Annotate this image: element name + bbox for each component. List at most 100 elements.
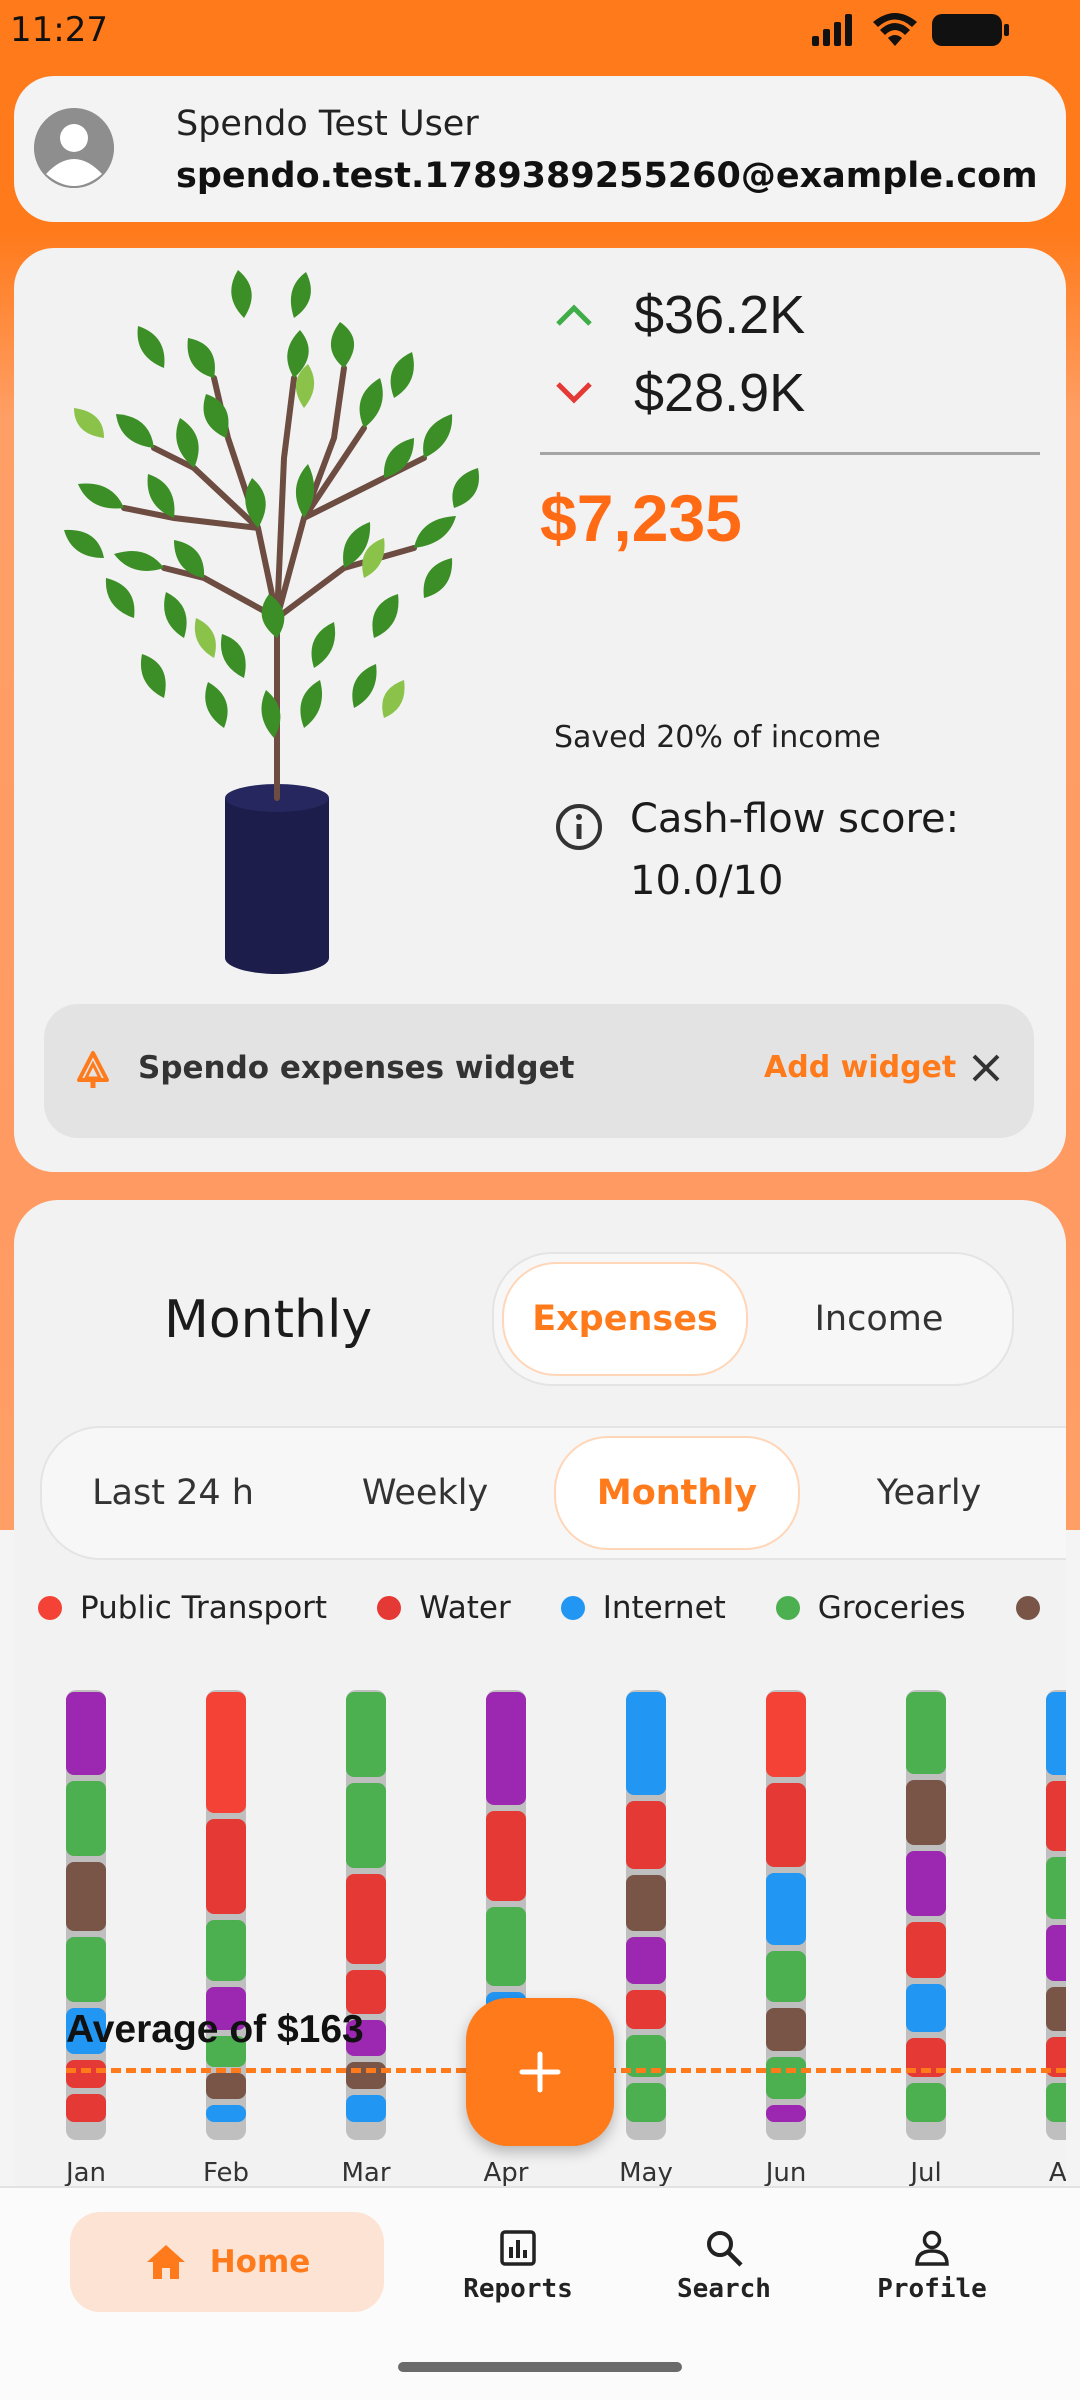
- chart-legend: Public Transport Water Internet Groceries: [38, 1590, 1066, 1640]
- x-axis-label: May: [619, 2158, 673, 2188]
- nav-home-label: Home: [209, 2244, 311, 2280]
- bar-segment: [66, 1692, 106, 1776]
- legend-item: Public Transport: [38, 1590, 327, 1626]
- bar-segment: [906, 1984, 946, 2033]
- search-icon: [707, 2231, 743, 2267]
- nav-reports-label: Reports: [463, 2274, 573, 2304]
- tab-income[interactable]: Income: [756, 1262, 1002, 1376]
- bar-segment: [206, 1819, 246, 1915]
- status-icons: [810, 12, 1009, 48]
- status-time: 11:27: [10, 10, 108, 50]
- chart-title: Monthly: [164, 1290, 373, 1350]
- bar-segment: [766, 1782, 806, 1868]
- bar-segment: [66, 2060, 106, 2089]
- average-label: Average of $163: [66, 2008, 364, 2051]
- bar-segment: [626, 1990, 666, 2029]
- bar-segment: [1046, 1781, 1066, 1852]
- legend-item: Groceries: [775, 1590, 966, 1626]
- bar-segment: [1046, 1692, 1066, 1776]
- user-card[interactable]: Spendo Test User spendo.test.17893892552…: [14, 76, 1066, 222]
- bar-segment: [626, 1692, 666, 1795]
- reports-icon: [500, 2230, 536, 2266]
- nav-profile-label: Profile: [877, 2274, 987, 2304]
- legend-swatch: [38, 1596, 62, 1620]
- battery-icon: [932, 14, 1009, 46]
- signal-icon: [812, 14, 852, 46]
- bar-segment: [906, 2083, 946, 2122]
- legend-label: Water: [419, 1590, 511, 1626]
- bar-segment: [766, 1873, 806, 1946]
- bar-segment: [346, 1874, 386, 1964]
- x-axis-label: Mar: [341, 2158, 391, 2188]
- summary-card: $36.2K $28.9K $7,235 Saved 20% of income…: [14, 248, 1066, 1172]
- user-email: spendo.test.1789389255260@example.com: [176, 156, 1038, 196]
- income-amount: $36.2K: [634, 285, 806, 345]
- expenses-row: $28.9K: [554, 362, 805, 424]
- bar-segment: [766, 2056, 806, 2100]
- summary-divider: [540, 452, 1040, 455]
- cashflow-score: Cash-flow score: 10.0/10: [630, 796, 960, 904]
- nav-search[interactable]: Search: [644, 2228, 804, 2304]
- home-indicator: [398, 2362, 682, 2372]
- bar-segment: [906, 1851, 946, 1917]
- cashflow-score-row: Cash-flow score: 10.0/10: [554, 788, 1030, 912]
- bar-segment: [346, 2062, 386, 2090]
- chevron-up-icon: [556, 304, 592, 326]
- tab-expenses[interactable]: Expenses: [502, 1262, 748, 1376]
- bar-segment: [486, 1692, 526, 1805]
- legend-item: [1015, 1596, 1058, 1620]
- user-name: Spendo Test User: [176, 104, 479, 144]
- bar-segment: [906, 1692, 946, 1775]
- legend-swatch: [1015, 1596, 1040, 1620]
- tab-weekly[interactable]: Weekly: [302, 1436, 548, 1550]
- tab-last-24h[interactable]: Last 24 h: [50, 1436, 296, 1550]
- tree-outline-icon: [77, 1051, 109, 1088]
- plus-icon: [519, 2051, 561, 2093]
- widget-banner: Spendo expenses widget Add widget: [44, 1004, 1034, 1138]
- bar-segment: [346, 1692, 386, 1778]
- legend-item: Internet: [560, 1590, 726, 1626]
- home-icon: [146, 2245, 185, 2279]
- bar-segment: [66, 1937, 106, 2003]
- bar-segment: [206, 1920, 246, 1982]
- balance-amount: $7,235: [540, 481, 742, 555]
- nav-reports[interactable]: Reports: [438, 2228, 598, 2304]
- legend-swatch: [775, 1596, 800, 1620]
- bar-segment: [66, 1781, 106, 1856]
- add-transaction-button[interactable]: [466, 1998, 614, 2146]
- nav-home[interactable]: Home: [70, 2212, 384, 2312]
- info-icon[interactable]: [554, 802, 604, 852]
- tab-yearly[interactable]: Yearly: [806, 1436, 1052, 1550]
- bar-segment: [626, 1875, 666, 1931]
- bar-segment: [1046, 1987, 1066, 2032]
- bar-segment: [766, 2008, 806, 2051]
- bar-segment: [906, 1780, 946, 1846]
- wifi-icon: [873, 13, 917, 46]
- legend-label: Internet: [602, 1590, 726, 1626]
- saved-percentage: Saved 20% of income: [554, 720, 881, 755]
- bar-segment: [766, 1692, 806, 1777]
- close-icon[interactable]: [964, 1046, 1008, 1090]
- bar-segment: [346, 1783, 386, 1869]
- bar-segment: [1046, 1857, 1066, 1919]
- profile-icon: [915, 2230, 949, 2266]
- x-axis-label: Jan: [65, 2158, 107, 2188]
- bar-segment: [1046, 1924, 1066, 1982]
- bar-segment: [206, 2072, 246, 2099]
- tab-monthly[interactable]: Monthly: [554, 1436, 800, 1550]
- nav-profile[interactable]: Profile: [852, 2228, 1012, 2304]
- status-bar: 11:27: [0, 0, 1080, 62]
- bar-segment: [206, 1692, 246, 1814]
- bar-segment: [206, 2104, 246, 2122]
- add-widget-button[interactable]: Add widget: [764, 1050, 956, 1085]
- type-toggle: Expenses Income: [492, 1252, 1014, 1386]
- period-selector: Last 24 h Weekly Monthly Yearly: [40, 1426, 1066, 1560]
- income-row: $36.2K: [554, 284, 805, 346]
- bar-segment: [906, 1922, 946, 1979]
- bar-segment: [66, 2094, 106, 2122]
- bar-segment: [1046, 2082, 1066, 2122]
- avatar[interactable]: [34, 108, 114, 188]
- bar-segment: [626, 1800, 666, 1870]
- chevron-down-icon: [556, 382, 592, 404]
- legend-item: Water: [377, 1590, 511, 1626]
